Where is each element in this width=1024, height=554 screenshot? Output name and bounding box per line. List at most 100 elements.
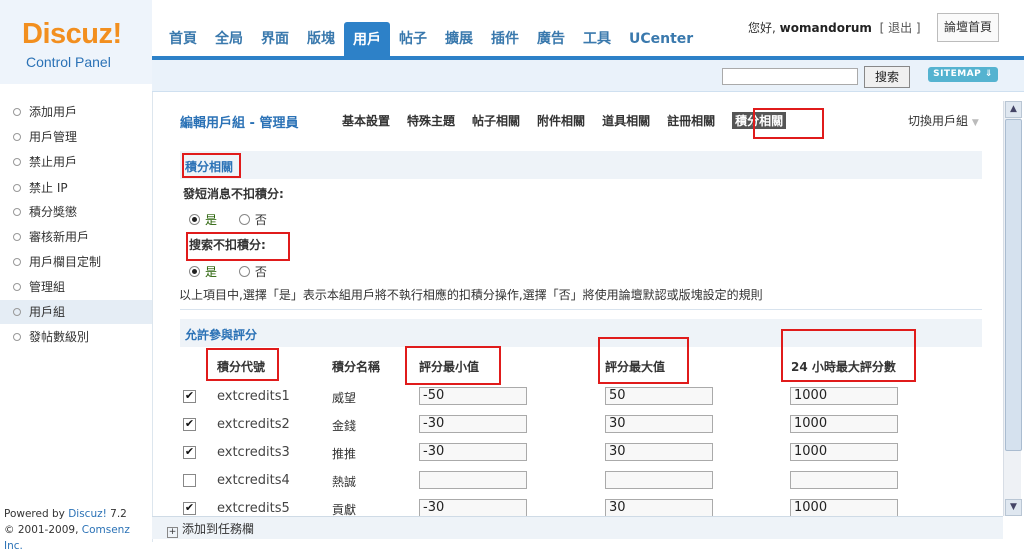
radio-yes[interactable] — [189, 214, 200, 225]
version: 7.2 — [106, 508, 127, 520]
sidebar-item-ban-ip[interactable]: 禁止 IP — [0, 176, 152, 200]
powered-prefix: Powered by — [4, 508, 69, 520]
rating-limit-input[interactable]: 1000 — [790, 415, 898, 433]
annotation-box-credits-tab — [753, 108, 824, 139]
vertical-scrollbar[interactable]: ▲ ▼ — [1003, 101, 1022, 516]
nav-forums[interactable]: 版塊 — [298, 26, 344, 56]
row-checkbox[interactable]: ✔ — [183, 390, 196, 403]
credit-code: extcredits2 — [217, 417, 290, 432]
switch-group-label: 切換用戶組 — [908, 114, 969, 128]
sidebar-item-post-ranks[interactable]: 發帖數級別 — [0, 325, 152, 349]
table-row: extcredits4 熱誠 — [167, 467, 1001, 495]
top-nav: 首頁 全局 界面 版塊 用戶 帖子 擴展 插件 廣告 工具 UCenter — [160, 22, 702, 56]
switch-group-menu[interactable]: 切換用戶組 ▼ — [908, 112, 979, 129]
sidebar-item-add-user[interactable]: 添加用戶 — [0, 100, 152, 124]
rating-max-input[interactable]: 30 — [605, 499, 713, 516]
rating-min-input[interactable]: -50 — [419, 387, 527, 405]
radio-no-label: 否 — [254, 265, 267, 279]
row-checkbox[interactable] — [183, 474, 196, 487]
tab-basic[interactable]: 基本設置 — [342, 112, 390, 129]
page-title: 編輯用戶組 - 管理員 — [180, 116, 299, 131]
radio-no[interactable] — [238, 214, 250, 225]
logo-text: Discuz! — [22, 18, 122, 50]
annotation-box-code-col — [206, 348, 279, 381]
rating-max-input[interactable]: 30 — [605, 415, 713, 433]
sidebar-item-user-manage[interactable]: 用戶管理 — [0, 125, 152, 149]
powered-by: Powered by Discuz! 7.2 © 2001-2009, Coms… — [4, 506, 152, 554]
sidebar-item-audit-new[interactable]: 審核新用戶 — [0, 225, 152, 249]
nav-users[interactable]: 用戶 — [344, 22, 390, 56]
tab-posts[interactable]: 帖子相關 — [472, 112, 520, 129]
logo[interactable]: Discuz! Control Panel — [0, 0, 152, 84]
search-input[interactable] — [722, 68, 858, 85]
product-link[interactable]: Discuz! — [68, 508, 107, 520]
rating-min-input[interactable]: -30 — [419, 443, 527, 461]
tab-register[interactable]: 註冊相關 — [667, 112, 715, 129]
nav-extensions[interactable]: 擴展 — [436, 26, 482, 56]
logout-link[interactable]: [ 退出 ] — [880, 21, 921, 35]
credit-name: 推推 — [332, 447, 357, 461]
nav-interface[interactable]: 界面 — [252, 26, 298, 56]
section-credits-header: 積分相關 — [180, 151, 982, 179]
rating-min-input[interactable]: -30 — [419, 499, 527, 516]
search-bar: 搜索 SITEMAP ⇓ — [152, 60, 1024, 92]
tab-magic[interactable]: 道具相關 — [602, 112, 650, 129]
logo-subtitle: Control Panel — [26, 54, 111, 70]
radio-yes-label: 是 — [205, 265, 218, 279]
rating-min-input[interactable] — [419, 471, 527, 489]
rating-limit-input[interactable]: 1000 — [790, 499, 898, 516]
nav-home[interactable]: 首頁 — [160, 26, 206, 56]
search-button[interactable]: 搜索 — [864, 66, 910, 88]
nav-global[interactable]: 全局 — [206, 26, 252, 56]
credit-name: 貢獻 — [332, 503, 357, 516]
rating-limit-input[interactable]: 1000 — [790, 443, 898, 461]
sidebar-item-admin-groups[interactable]: 管理組 — [0, 275, 152, 299]
credit-code: extcredits1 — [217, 389, 290, 404]
sidebar-item-ban-user[interactable]: 禁止用戶 — [0, 150, 152, 174]
forum-home-button[interactable]: 論壇首頁 — [937, 13, 999, 42]
credit-code: extcredits4 — [217, 473, 290, 488]
nav-posts[interactable]: 帖子 — [390, 26, 436, 56]
tab-attachments[interactable]: 附件相關 — [537, 112, 585, 129]
row-checkbox[interactable]: ✔ — [183, 502, 196, 515]
radio-yes[interactable] — [189, 266, 200, 277]
rating-limit-input[interactable] — [790, 471, 898, 489]
username: womandorum — [779, 21, 872, 35]
sidebar-item-credit-rewards[interactable]: 積分獎懲 — [0, 200, 152, 224]
sidebar-item-profile-fields[interactable]: 用戶欄目定制 — [0, 250, 152, 274]
sidebar: 添加用戶 用戶管理 禁止用戶 禁止 IP 積分獎懲 審核新用戶 用戶欄目定制 管… — [0, 92, 153, 552]
tab-special-threads[interactable]: 特殊主題 — [407, 112, 455, 129]
sitemap-button[interactable]: SITEMAP ⇓ — [928, 67, 998, 82]
bullet-icon — [13, 258, 21, 266]
annotation-box-limit-col — [781, 329, 916, 382]
bullet-icon — [13, 308, 21, 316]
radio-group-pm: 是 否 — [189, 211, 267, 228]
rating-max-input[interactable]: 50 — [605, 387, 713, 405]
dropdown-arrow-icon: ▼ — [971, 118, 979, 128]
row-checkbox[interactable]: ✔ — [183, 418, 196, 431]
annotation-box-max-col — [598, 337, 689, 384]
nav-tools[interactable]: 工具 — [574, 26, 620, 56]
scroll-down-arrow-icon[interactable]: ▼ — [1005, 499, 1022, 516]
table-row: ✔ extcredits5 貢獻 -30 30 1000 — [167, 495, 1001, 516]
annotation-box-section-title — [182, 153, 241, 178]
add-to-taskbar-link[interactable]: + 添加到任務欄 — [167, 520, 254, 538]
sidebar-item-user-groups[interactable]: 用戶組 — [0, 300, 152, 324]
scroll-up-arrow-icon[interactable]: ▲ — [1005, 101, 1022, 118]
nav-plugins[interactable]: 插件 — [482, 26, 528, 56]
radio-yes-label: 是 — [205, 213, 218, 227]
rating-limit-input[interactable]: 1000 — [790, 387, 898, 405]
rating-max-input[interactable] — [605, 471, 713, 489]
rating-min-input[interactable]: -30 — [419, 415, 527, 433]
annotation-box-search-question — [186, 232, 290, 261]
section-tabs: 基本設置 特殊主題 帖子相關 附件相關 道具相關 註冊相關 積分相關 — [342, 112, 803, 129]
nav-ads[interactable]: 廣告 — [528, 26, 574, 56]
radio-no[interactable] — [238, 266, 250, 277]
nav-ucenter[interactable]: UCenter — [620, 26, 702, 56]
copyright: © 2001-2009, — [4, 524, 82, 536]
rating-max-input[interactable]: 30 — [605, 443, 713, 461]
scroll-thumb[interactable] — [1005, 119, 1022, 451]
row-checkbox[interactable]: ✔ — [183, 446, 196, 459]
table-row: ✔ extcredits2 金錢 -30 30 1000 — [167, 411, 1001, 439]
question-pm-no-deduct: 發短消息不扣積分: — [183, 187, 284, 201]
